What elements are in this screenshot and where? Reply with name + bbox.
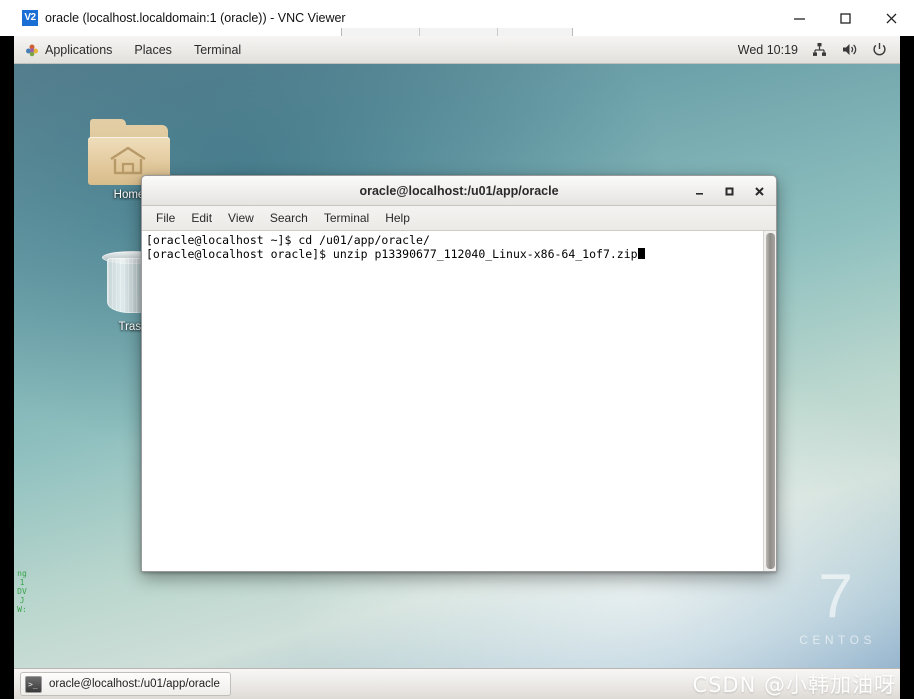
terminal-scrollbar-thumb[interactable]: [766, 233, 775, 569]
terminal-scrollbar[interactable]: [763, 231, 776, 571]
gnome-panel-menus: Applications Places Terminal: [14, 36, 252, 63]
menu-edit[interactable]: Edit: [183, 206, 220, 230]
menu-file[interactable]: File: [148, 206, 183, 230]
terminal-line-text: [oracle@localhost oracle]$ unzip p133906…: [146, 246, 638, 261]
vnc-remote-frame: Applications Places Terminal Wed 10:19 n…: [0, 36, 914, 699]
menu-places-label: Places: [134, 42, 172, 57]
terminal-line: [oracle@localhost oracle]$ unzip p133906…: [146, 246, 759, 262]
menu-applications-label: Applications: [45, 42, 113, 57]
terminal-window-controls: [684, 176, 774, 206]
edge-console-text: ng 1 DVJ W:: [17, 569, 32, 614]
terminal-maximize-icon[interactable]: [714, 176, 744, 206]
menu-applications[interactable]: Applications: [14, 36, 123, 63]
centos-branding: 7 CENTOS: [795, 562, 876, 648]
menu-terminal[interactable]: Terminal: [183, 36, 252, 63]
terminal-window[interactable]: oracle@localhost:/u01/app/oracle File Ed…: [141, 175, 777, 572]
terminal-title: oracle@localhost:/u01/app/oracle: [359, 183, 559, 198]
vnc-window-title: oracle (localhost.localdomain:1 (oracle)…: [45, 11, 346, 25]
vnc-minimize-icon[interactable]: [776, 0, 822, 36]
vnc-maximize-icon[interactable]: [822, 0, 868, 36]
menu-view[interactable]: View: [220, 206, 262, 230]
volume-icon[interactable]: [841, 41, 858, 58]
vnc-logo-icon: V2: [22, 10, 38, 26]
menu-search[interactable]: Search: [262, 206, 316, 230]
watermark-text: CSDN @小韩加油呀: [692, 673, 896, 697]
menu-help[interactable]: Help: [377, 206, 418, 230]
terminal-close-icon[interactable]: [744, 176, 774, 206]
gnome-panel-status-area: Wed 10:19: [738, 36, 888, 63]
network-icon[interactable]: [811, 41, 828, 58]
terminal-line: [oracle@localhost ~]$ cd /u01/app/oracle…: [146, 233, 430, 247]
menu-terminal[interactable]: Terminal: [316, 206, 377, 230]
screenshot-root: V2 oracle (localhost.localdomain:1 (orac…: [0, 0, 914, 699]
centos-name: CENTOS: [799, 633, 876, 647]
bottom-taskbar: oracle@localhost:/u01/app/oracle CSDN @小…: [14, 668, 900, 699]
terminal-titlebar[interactable]: oracle@localhost:/u01/app/oracle: [142, 176, 776, 206]
terminal-icon: [25, 675, 42, 693]
terminal-output[interactable]: [oracle@localhost ~]$ cd /u01/app/oracle…: [142, 231, 763, 571]
taskbar-item-terminal[interactable]: oracle@localhost:/u01/app/oracle: [20, 672, 231, 696]
vnc-title-group: V2 oracle (localhost.localdomain:1 (orac…: [0, 10, 346, 26]
menu-places[interactable]: Places: [123, 36, 183, 63]
taskbar-item-label: oracle@localhost:/u01/app/oracle: [49, 678, 220, 690]
menu-terminal-label: Terminal: [193, 42, 242, 57]
gnome-foot-icon: [25, 43, 39, 57]
vnc-close-icon[interactable]: [868, 0, 914, 36]
terminal-cursor: [637, 247, 645, 259]
terminal-menubar: File Edit View Search Terminal Help: [142, 206, 776, 231]
panel-clock[interactable]: Wed 10:19: [738, 43, 798, 57]
vnc-viewer-titlebar: V2 oracle (localhost.localdomain:1 (orac…: [0, 0, 914, 38]
house-glyph-icon: [110, 146, 146, 175]
vnc-window-controls: [776, 0, 914, 36]
terminal-minimize-icon[interactable]: [684, 176, 714, 206]
centos-version: 7: [818, 562, 853, 631]
terminal-body[interactable]: [oracle@localhost ~]$ cd /u01/app/oracle…: [142, 231, 776, 571]
gnome-top-panel: Applications Places Terminal Wed 10:19: [14, 36, 900, 64]
power-icon[interactable]: [871, 41, 888, 58]
desktop-area[interactable]: ng 1 DVJ W: 7 CENTOS Home Trash oracle@l…: [14, 64, 900, 699]
